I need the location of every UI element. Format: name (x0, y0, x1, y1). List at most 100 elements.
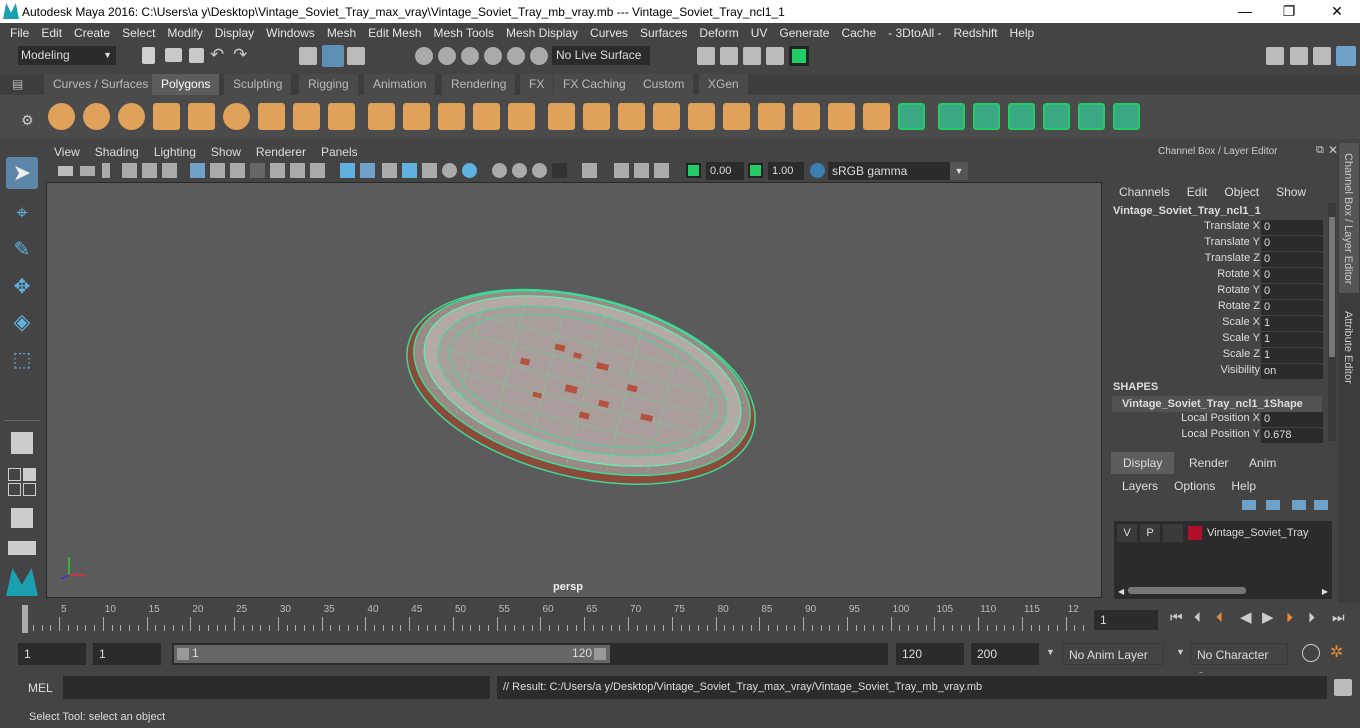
channel-box-scrollbar[interactable] (1328, 203, 1336, 441)
script-language-label[interactable]: MEL (28, 681, 53, 695)
channel-value[interactable]: 0 (1261, 268, 1323, 283)
workspace-icon[interactable] (1266, 47, 1284, 65)
layer-menu-layers[interactable]: Layers (1122, 479, 1158, 495)
toggle-channel-box-icon[interactable] (1336, 46, 1356, 66)
character-set-selector[interactable]: No Character Set (1190, 643, 1288, 684)
layer-color-swatch[interactable] (1188, 526, 1202, 540)
shelf-tab-custom[interactable]: Custom (634, 74, 694, 95)
shape-channel-row[interactable]: Local Position X0 (1106, 412, 1338, 428)
poly-sphere-icon[interactable] (48, 103, 75, 130)
merge-icon[interactable] (938, 103, 965, 130)
select-tool-icon[interactable]: ➤ (6, 157, 38, 189)
step-back-key-icon[interactable]: ⏴ (1216, 609, 1223, 626)
menu-3dtoall[interactable]: - 3DtoAll - (882, 26, 947, 40)
channel-row[interactable]: Rotate X0 (1106, 268, 1338, 284)
range-start-handle[interactable] (177, 648, 189, 660)
render-view-icon[interactable] (697, 47, 715, 65)
minimize-button[interactable]: — (1222, 0, 1268, 23)
poly-helix-icon[interactable] (328, 103, 355, 130)
paint-select-tool-icon[interactable]: ✎ (6, 233, 38, 265)
channel-menu-object[interactable]: Object (1224, 185, 1259, 201)
range-bar[interactable]: 1 120 (172, 643, 888, 665)
resolution-gate-icon[interactable] (230, 163, 245, 178)
fill-hole-icon[interactable] (898, 103, 925, 130)
script-editor-icon[interactable] (1334, 679, 1352, 696)
lighting-icon[interactable] (442, 163, 457, 178)
rotate-tool-icon[interactable]: ◈ (6, 306, 38, 338)
render-settings-icon[interactable] (766, 47, 784, 65)
channel-row[interactable]: Rotate Y0 (1106, 284, 1338, 300)
wireframe-on-shaded-icon[interactable] (382, 163, 397, 178)
gate-mask-icon[interactable] (250, 163, 265, 178)
select-hierarchy-icon[interactable] (299, 47, 317, 65)
shelf-options-gear-icon[interactable]: ⚙ (21, 112, 34, 129)
animation-preferences-icon[interactable]: ✲ (1330, 642, 1343, 662)
go-to-start-icon[interactable]: ⏮ (1170, 609, 1183, 626)
ipr-render-icon[interactable] (743, 47, 761, 65)
viewport-menu-shading[interactable]: Shading (89, 145, 148, 159)
shelf-tab-rigging[interactable]: Rigging (299, 74, 358, 95)
menu-select[interactable]: Select (116, 26, 161, 40)
start-time-field[interactable]: 1 (18, 643, 86, 665)
shelf-tab-animation[interactable]: Animation (364, 74, 436, 95)
multi-cut-icon[interactable] (973, 103, 1000, 130)
redshift-render-icon[interactable] (789, 46, 809, 66)
attribute-editor-tab-label[interactable]: Attribute Editor (1342, 311, 1354, 384)
channel-menu-channels[interactable]: Channels (1119, 185, 1170, 201)
textured-icon[interactable] (402, 163, 417, 178)
menu-surfaces[interactable]: Surfaces (634, 26, 693, 40)
play-forward-icon[interactable]: ▶ (1262, 608, 1274, 626)
camera-select-icon[interactable] (58, 166, 73, 176)
backface-culling-icon[interactable] (654, 163, 669, 178)
float-panel-icon[interactable]: ⧉ (1316, 144, 1324, 157)
layer-list-scrollbar[interactable]: ◀ ▶ (1118, 585, 1328, 596)
shelf-tab-polygons[interactable]: Polygons (152, 74, 220, 95)
select-component-icon[interactable] (347, 47, 365, 65)
channel-value[interactable]: on (1261, 364, 1323, 379)
step-forward-frame-icon[interactable]: ⏵ (1308, 609, 1315, 626)
range-end-handle[interactable] (594, 648, 606, 660)
channel-row[interactable]: Visibility on (1106, 364, 1338, 380)
poly-cone-icon[interactable] (153, 103, 180, 130)
channel-value[interactable]: 0.678 (1261, 428, 1323, 443)
select-object-icon[interactable] (322, 45, 344, 67)
outliner-layout-icon[interactable] (8, 505, 36, 531)
tray-model-wireframe[interactable] (47, 183, 1103, 599)
channel-row[interactable]: Translate Y0 (1106, 236, 1338, 252)
menu-cache[interactable]: Cache (835, 26, 882, 40)
render-frame-icon[interactable] (720, 47, 738, 65)
layer-menu-options[interactable]: Options (1174, 479, 1215, 495)
smooth-icon[interactable] (583, 103, 610, 130)
menu-curves[interactable]: Curves (584, 26, 634, 40)
reduce-icon[interactable] (723, 103, 750, 130)
channel-value[interactable]: 0 (1261, 220, 1323, 235)
auto-key-icon[interactable] (1302, 644, 1320, 662)
menu-mesh-tools[interactable]: Mesh Tools (428, 26, 500, 40)
depth-of-field-icon[interactable] (552, 163, 567, 178)
channel-row[interactable]: Scale Z1 (1106, 348, 1338, 364)
channel-value[interactable]: 0 (1261, 412, 1323, 427)
layer-menu-help[interactable]: Help (1231, 479, 1256, 495)
exposure-field[interactable]: 0.00 (706, 162, 744, 180)
menu-generate[interactable]: Generate (773, 26, 835, 40)
layer-playback-toggle[interactable]: P (1140, 524, 1160, 542)
layer-tab-anim[interactable]: Anim (1237, 452, 1289, 474)
shape-name[interactable]: Vintage_Soviet_Tray_ncl1_1Shape (1112, 396, 1322, 412)
channel-row[interactable]: Scale Y1 (1106, 332, 1338, 348)
snap-point-icon[interactable] (461, 47, 479, 65)
move-layer-down-icon[interactable] (1314, 500, 1328, 510)
menu-mesh-display[interactable]: Mesh Display (500, 26, 584, 40)
playback-start-field[interactable]: 1 (93, 643, 161, 665)
combine-icon[interactable] (508, 103, 535, 130)
extract-icon[interactable] (618, 103, 645, 130)
maya-home-icon[interactable] (6, 568, 38, 596)
ambient-occlusion-icon[interactable] (492, 163, 507, 178)
range-bar-fill[interactable] (174, 645, 610, 663)
close-panel-icon[interactable]: ✕ (1328, 143, 1338, 157)
menu-uv[interactable]: UV (745, 26, 774, 40)
step-back-frame-icon[interactable]: ⏴ (1194, 609, 1201, 626)
channel-value[interactable]: 1 (1261, 348, 1323, 363)
viewport-menu-lighting[interactable]: Lighting (148, 145, 205, 159)
smooth-shade-icon[interactable] (360, 163, 375, 178)
safe-action-icon[interactable] (290, 163, 305, 178)
